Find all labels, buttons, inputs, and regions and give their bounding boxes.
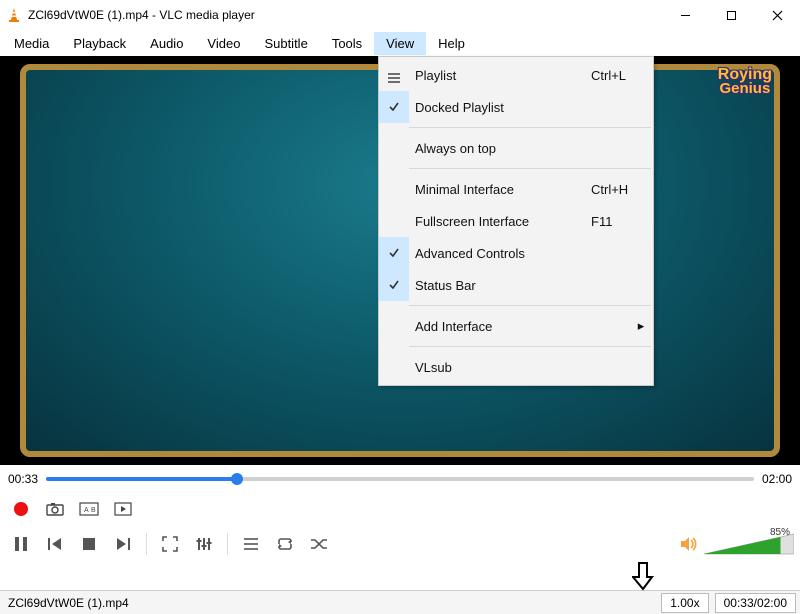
volume-control: 85% [680,529,794,559]
snapshot-button[interactable] [40,495,70,523]
advanced-controls: AB [0,493,800,525]
menu-accel: F11 [591,214,653,229]
camera-icon [46,502,64,516]
check-icon [379,91,409,123]
watermark-line2: Genius [718,82,772,96]
menu-accel: Ctrl+H [591,182,653,197]
menu-video[interactable]: Video [195,32,252,55]
menu-playback[interactable]: Playback [61,32,138,55]
record-icon [14,502,28,516]
progress-row: 00:33 02:00 [0,465,800,493]
separator [146,533,147,555]
fullscreen-button[interactable] [155,530,185,558]
menu-separator [409,127,651,128]
submenu-arrow-icon: ▸ [629,318,653,334]
svg-text:A: A [84,507,89,514]
menu-separator [409,346,651,347]
svg-text:B: B [91,507,96,514]
menu-item-label: Playlist [409,68,591,83]
seek-slider[interactable] [46,474,754,484]
menu-item-label: Status Bar [409,278,653,293]
view-menu-fullscreen-interface[interactable]: Fullscreen InterfaceF11 [379,205,653,237]
view-menu-playlist[interactable]: PlaylistCtrl+L [379,59,653,91]
status-bar: ZCl69dVtW0E (1).mp4 1.00x 00:33/02:00 [0,590,800,614]
close-button[interactable] [754,0,800,30]
loop-ab-icon: AB [79,501,99,517]
menu-separator [409,168,651,169]
menu-item-label: Fullscreen Interface [409,214,591,229]
view-menu-dropdown[interactable]: PlaylistCtrl+L Docked Playlist Always on t… [378,56,654,386]
menu-item-label: Advanced Controls [409,246,653,261]
loop-button[interactable] [270,530,300,558]
total-time[interactable]: 02:00 [762,472,792,486]
menu-item-label: Minimal Interface [409,182,591,197]
check-icon [379,237,409,269]
view-menu-always-on-top[interactable]: Always on top [379,132,653,164]
status-filename: ZCl69dVtW0E (1).mp4 [4,596,655,610]
view-menu-advanced-controls[interactable]: Advanced Controls [379,237,653,269]
skip-next-icon [115,537,131,551]
pause-icon [13,536,29,552]
menu-tools[interactable]: Tools [320,32,374,55]
window-title: ZCl69dVtW0E (1).mp4 - VLC media player [28,8,662,22]
view-menu-minimal-interface[interactable]: Minimal InterfaceCtrl+H [379,173,653,205]
vlc-cone-icon [6,7,22,23]
elapsed-time[interactable]: 00:33 [8,472,38,486]
status-time[interactable]: 00:33/02:00 [715,593,796,613]
view-menu-status-bar[interactable]: Status Bar [379,269,653,301]
loop-icon [276,537,294,551]
equalizer-icon [196,537,212,551]
minimize-button[interactable] [662,0,708,30]
shuffle-button[interactable] [304,530,334,558]
menu-separator [409,305,651,306]
pause-button[interactable] [6,530,36,558]
ext-settings-button[interactable] [189,530,219,558]
menu-subtitle[interactable]: Subtitle [252,32,319,55]
check-icon [379,269,409,301]
view-menu-vlsub[interactable]: VLsub [379,351,653,383]
playlist-button[interactable] [236,530,266,558]
stop-button[interactable] [74,530,104,558]
list-icon [379,66,409,84]
shuffle-icon [310,537,328,551]
frame-step-icon [114,502,132,516]
previous-button[interactable] [40,530,70,558]
menu-audio[interactable]: Audio [138,32,195,55]
speaker-icon[interactable] [680,536,698,552]
separator [227,533,228,555]
main-controls: 85% [0,525,800,563]
watermark: Roying Genius [718,68,772,96]
menu-accel: Ctrl+L [591,68,653,83]
menu-help[interactable]: Help [426,32,477,55]
menu-view[interactable]: View [374,32,426,55]
fullscreen-icon [162,536,178,552]
playlist-icon [243,537,259,551]
menu-item-label: Docked Playlist [409,100,653,115]
skip-prev-icon [47,537,63,551]
next-button[interactable] [108,530,138,558]
loop-ab-button[interactable]: AB [74,495,104,523]
title-bar: ZCl69dVtW0E (1).mp4 - VLC media player [0,0,800,30]
volume-percent-label: 85% [770,527,790,538]
stop-icon [82,537,96,551]
window-controls [662,0,800,30]
maximize-button[interactable] [708,0,754,30]
record-button[interactable] [6,495,36,523]
menu-bar: MediaPlaybackAudioVideoSubtitleToolsView… [0,30,800,56]
menu-media[interactable]: Media [2,32,61,55]
playback-speed[interactable]: 1.00x [661,593,708,613]
volume-slider[interactable]: 85% [704,529,794,559]
view-menu-add-interface[interactable]: Add Interface▸ [379,310,653,342]
menu-item-label: VLsub [409,360,653,375]
frame-step-button[interactable] [108,495,138,523]
annotation-down-arrow-icon [632,561,654,591]
menu-item-label: Add Interface [409,319,629,334]
view-menu-docked-playlist[interactable]: Docked Playlist [379,91,653,123]
menu-item-label: Always on top [409,141,653,156]
